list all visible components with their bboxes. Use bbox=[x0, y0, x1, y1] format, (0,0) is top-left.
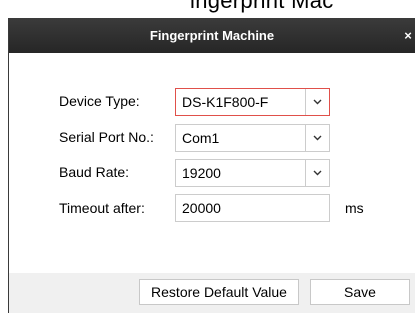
settings-form: Device Type: DS-K1F800-F Serial Port No.… bbox=[9, 53, 415, 273]
timeout-input[interactable] bbox=[175, 194, 330, 222]
titlebar[interactable]: Fingerprint Machine × bbox=[9, 18, 415, 53]
device-type-dropdown-button[interactable] bbox=[305, 89, 329, 115]
baud-rate-select[interactable]: 19200 bbox=[175, 159, 330, 187]
serial-port-dropdown-button[interactable] bbox=[305, 125, 329, 151]
baud-rate-dropdown-button[interactable] bbox=[305, 160, 329, 186]
timeout-label: Timeout after: bbox=[59, 200, 145, 216]
dialog-title: Fingerprint Machine bbox=[149, 28, 275, 43]
chevron-down-icon bbox=[313, 99, 322, 105]
serial-port-label: Serial Port No.: bbox=[59, 129, 154, 145]
chevron-down-icon bbox=[313, 135, 322, 141]
serial-port-select[interactable]: Com1 bbox=[175, 124, 330, 152]
background-window-fragment: ingerprint Mac bbox=[0, 0, 415, 18]
device-type-label: Device Type: bbox=[59, 93, 140, 109]
timeout-unit-label: ms bbox=[345, 200, 364, 216]
baud-rate-value: 19200 bbox=[182, 165, 221, 181]
device-type-value: DS-K1F800-F bbox=[182, 94, 269, 110]
dialog-footer: Restore Default Value Save bbox=[9, 273, 415, 313]
chevron-down-icon bbox=[313, 170, 322, 176]
device-type-select[interactable]: DS-K1F800-F bbox=[175, 88, 330, 116]
close-icon[interactable]: × bbox=[401, 18, 415, 53]
serial-port-value: Com1 bbox=[182, 130, 220, 146]
background-window-title: ingerprint Mac bbox=[190, 0, 334, 13]
restore-default-button[interactable]: Restore Default Value bbox=[139, 279, 299, 305]
fingerprint-machine-dialog: Fingerprint Machine × Device Type: DS-K1… bbox=[8, 18, 415, 313]
baud-rate-label: Baud Rate: bbox=[59, 164, 130, 180]
save-button[interactable]: Save bbox=[310, 279, 410, 305]
